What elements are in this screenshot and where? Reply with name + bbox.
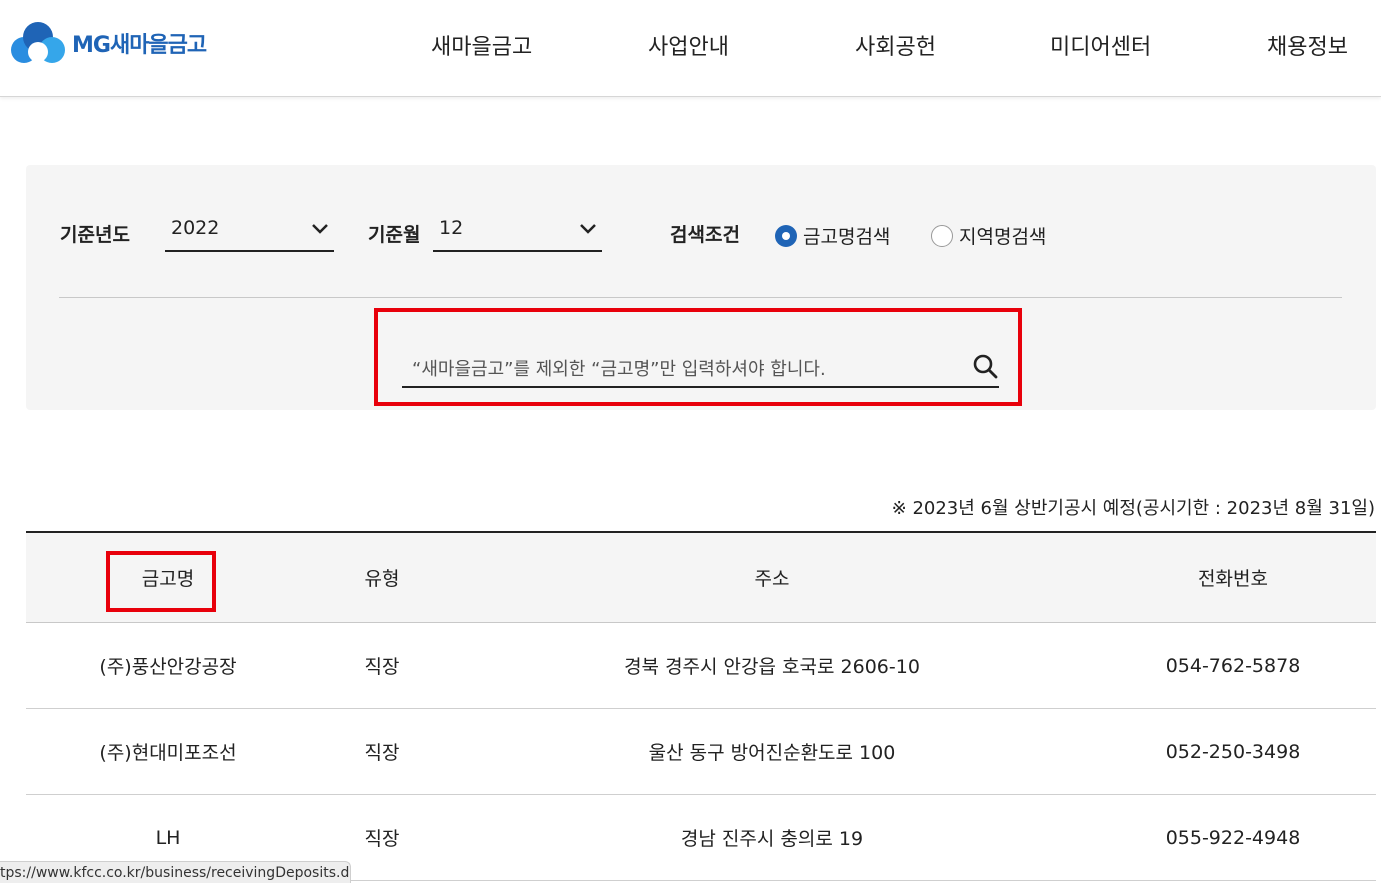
browser-status-url: tps://www.kfcc.co.kr/business/receivingD… [0, 861, 351, 883]
cell-phone: 054-762-5878 [1165, 654, 1301, 677]
cell-phone: 055-922-4948 [1165, 826, 1301, 849]
main-nav: 새마을금고 사업안내 사회공헌 미디어센터 채용정보 [0, 0, 1381, 87]
month-select[interactable]: 12 [433, 207, 602, 252]
table-row[interactable]: (주)풍산안강공장 직장 경북 경주시 안강읍 호국로 2606-10 054-… [26, 623, 1376, 709]
chevron-down-icon [580, 224, 596, 234]
cell-address: 경북 경주시 안강읍 호국로 2606-10 [624, 656, 920, 678]
radio-name-search[interactable]: 금고명검색 [775, 222, 890, 249]
search-icon[interactable] [971, 352, 999, 380]
month-value: 12 [439, 217, 464, 239]
radio-name-label: 금고명검색 [803, 226, 891, 248]
nav-item-maeul[interactable]: 새마을금고 [431, 29, 532, 61]
branch-table: 금고명 유형 주소 전화번호 (주)풍산안강공장 직장 경북 경주시 안강읍 호… [26, 531, 1376, 881]
search-input[interactable] [402, 352, 962, 386]
table-header: 금고명 유형 주소 전화번호 [26, 531, 1376, 623]
radio-region-label: 지역명검색 [959, 226, 1047, 248]
radio-region-search[interactable]: 지역명검색 [931, 222, 1046, 249]
cell-type: 직장 [364, 656, 400, 678]
year-value: 2022 [171, 217, 220, 239]
nav-item-media[interactable]: 미디어센터 [1050, 29, 1151, 61]
nav-item-social[interactable]: 사회공헌 [855, 29, 936, 61]
cell-type: 직장 [364, 742, 400, 764]
search-field [402, 352, 999, 388]
table-row[interactable]: (주)현대미포조선 직장 울산 동구 방어진순환도로 100 052-250-3… [26, 709, 1376, 795]
col-header-type: 유형 [364, 568, 400, 590]
year-select[interactable]: 2022 [165, 207, 334, 252]
site-header: MG새마을금고 새마을금고 사업안내 사회공헌 미디어센터 채용정보 [0, 0, 1381, 97]
cell-address: 경남 진주시 충의로 19 [680, 828, 864, 850]
col-header-phone: 전화번호 [1198, 568, 1268, 590]
disclosure-notice: ※ 2023년 6월 상반기공시 예정(공시기한 : 2023년 8월 31일) [891, 498, 1375, 519]
chevron-down-icon [312, 224, 328, 234]
cell-address: 울산 동구 방어진순환도로 100 [648, 742, 896, 764]
nav-item-business[interactable]: 사업안내 [648, 29, 729, 61]
cell-phone: 052-250-3498 [1165, 740, 1301, 763]
nav-item-recruit[interactable]: 채용정보 [1267, 29, 1348, 61]
col-header-address: 주소 [754, 568, 790, 590]
radio-unchecked-icon [931, 224, 953, 247]
condition-label: 검색조건 [670, 224, 740, 246]
month-label: 기준월 [368, 224, 421, 246]
cell-name: (주)풍산안강공장 [99, 656, 237, 678]
search-panel: 기준년도 2022 기준월 12 검색조건 금고명검색 지역명검색 [26, 165, 1376, 410]
year-label: 기준년도 [60, 224, 130, 246]
cell-name: (주)현대미포조선 [99, 742, 237, 764]
panel-divider [59, 297, 1342, 298]
col-header-name: 금고명 [141, 568, 195, 590]
radio-checked-icon [775, 224, 797, 247]
